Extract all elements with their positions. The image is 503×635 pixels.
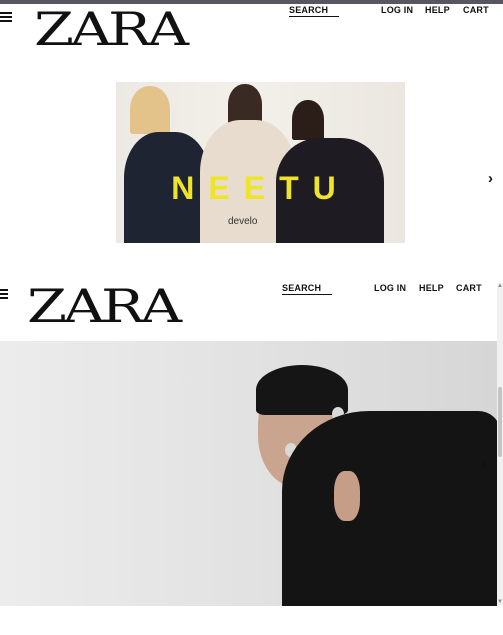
help-link[interactable]: HELP xyxy=(419,283,444,293)
search-input[interactable]: SEARCH xyxy=(289,5,339,17)
login-link[interactable]: LOG IN xyxy=(381,5,413,15)
help-link[interactable]: HELP xyxy=(425,5,450,15)
cart-link[interactable]: CART xyxy=(463,5,489,15)
model-hand xyxy=(334,471,360,521)
scroll-up-icon[interactable]: ▲ xyxy=(497,283,503,289)
hero-image[interactable] xyxy=(0,341,497,606)
chevron-right-icon[interactable]: › xyxy=(488,170,493,187)
hero-banner[interactable]: NEETU develo xyxy=(116,82,405,243)
scroll-down-icon[interactable]: ▼ xyxy=(497,599,503,605)
model-left xyxy=(130,86,170,134)
hamburger-menu-icon[interactable] xyxy=(0,289,8,299)
login-link[interactable]: LOG IN xyxy=(374,283,406,293)
chevron-right-icon[interactable]: › xyxy=(482,455,487,472)
model-right xyxy=(292,100,324,140)
cart-link[interactable]: CART xyxy=(456,283,482,293)
hero-title: NEETU xyxy=(171,170,350,206)
top-header: ZARA SEARCH LOG IN HELP CART xyxy=(0,4,503,64)
second-header: ZARA SEARCH LOG IN HELP CART xyxy=(0,281,503,341)
hamburger-menu-icon[interactable] xyxy=(0,12,12,22)
scrollbar[interactable]: ▲ ▼ xyxy=(497,283,503,605)
model-jacket xyxy=(282,411,497,606)
search-input[interactable]: SEARCH xyxy=(282,283,332,295)
hero-subtitle: develo xyxy=(228,216,258,227)
scrollbar-thumb[interactable] xyxy=(498,387,502,457)
zara-logo[interactable]: ZARA xyxy=(34,6,189,52)
zara-logo[interactable]: ZARA xyxy=(27,283,182,329)
